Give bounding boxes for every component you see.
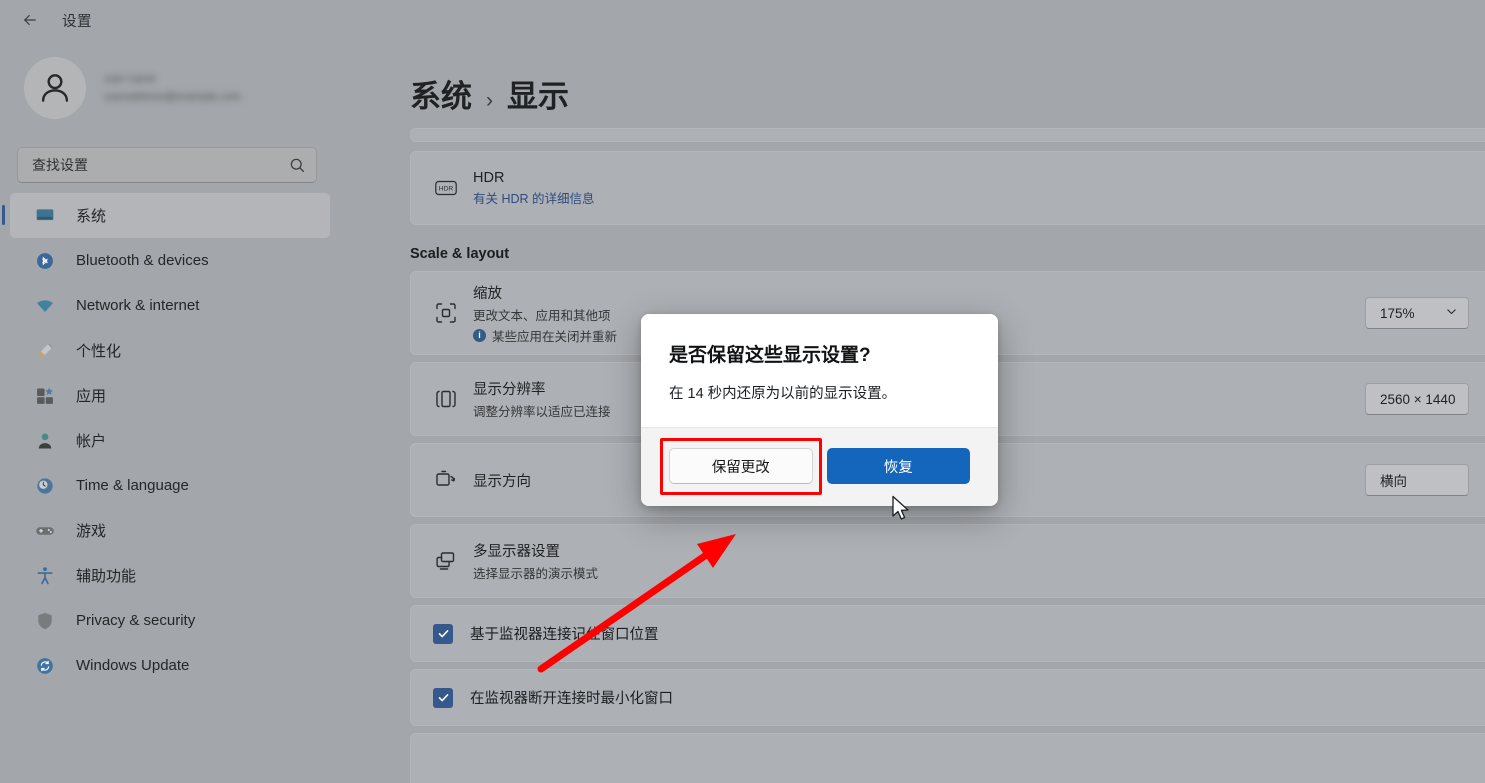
search-input[interactable] [32,157,288,173]
hdr-learn-more-link[interactable]: 有关 HDR 的详细信息 [473,188,1469,207]
checkbox-checked-icon[interactable] [433,623,453,644]
search-icon [288,156,306,174]
sidebar-item-label: Time & language [76,477,189,494]
settings-window: 设置 user name useraddress@example.com 查找设… [0,0,1485,783]
person-icon [34,430,56,452]
avatar [24,57,86,119]
breadcrumb: 系统 › 显示 [340,40,1485,116]
checkbox-row-minimize-on-disconnect[interactable]: 在监视器断开连接时最小化窗口 [410,669,1485,726]
scale-title: 缩放 [473,285,502,302]
checkbox-label: 基于监视器连接记住窗口位置 [470,627,659,643]
sidebar-item-label: 游戏 [76,523,107,540]
hdr-title: HDR [473,169,505,186]
partial-row-above[interactable] [410,128,1485,142]
resolution-icon [433,386,473,412]
sidebar-item-label: Network & internet [76,297,200,314]
sidebar-item-personalization[interactable]: 个性化 [10,328,330,373]
sidebar-item-bluetooth-devices[interactable]: Bluetooth & devices [10,238,330,283]
sidebar-item-label: Bluetooth & devices [76,252,209,269]
info-icon: i [473,328,486,342]
sidebar-item-label: 应用 [76,388,107,405]
keep-changes-button[interactable]: 保留更改 [669,448,813,484]
multi-display-subtitle: 选择显示器的演示模式 [473,567,599,581]
resolution-dropdown[interactable]: 2560 × 1440 [1365,383,1469,415]
account-card[interactable]: user name useraddress@example.com [0,40,340,124]
wifi-icon [34,295,56,317]
sidebar-item-label: 系统 [76,208,107,225]
sidebar: user name useraddress@example.com 系统 [0,40,340,783]
orientation-value: 横向 [1380,474,1407,489]
revert-button[interactable]: 恢复 [826,448,970,484]
orientation-dropdown[interactable]: 横向 [1365,464,1469,496]
keep-changes-highlight: 保留更改 [660,438,821,495]
sidebar-item-time-language[interactable]: Time & language [10,463,330,508]
search-box[interactable] [17,147,317,183]
multi-display-icon [433,548,473,574]
chevron-right-icon: › [486,89,493,112]
account-email: useraddress@example.com [104,90,242,103]
sidebar-item-gaming[interactable]: 游戏 [10,508,330,553]
hdr-badge-icon: HDR [433,175,473,201]
update-icon [34,655,56,677]
paintbrush-icon [34,340,56,362]
resolution-value: 2560 × 1440 [1380,391,1456,407]
shield-icon [34,610,56,632]
breadcrumb-root[interactable]: 系统 [410,71,472,116]
scale-icon [433,300,473,326]
hdr-row[interactable]: HDR HDR 有关 HDR 的详细信息 [410,151,1485,225]
sidebar-item-network-internet[interactable]: Network & internet [10,283,330,328]
dialog-body: 是否保留这些显示设置? 在 14 秒内还原为以前的显示设置。 [641,314,998,427]
sidebar-item-windows-update[interactable]: Windows Update [10,643,330,688]
sidebar-item-system[interactable]: 系统 [2,193,330,238]
multi-display-row[interactable]: 多显示器设置 选择显示器的演示模式 [410,524,1485,598]
page-title: 显示 [507,79,569,114]
sidebar-item-accounts[interactable]: 帐户 [10,418,330,463]
gamepad-icon [34,520,56,542]
checkbox-row-remember-positions[interactable]: 基于监视器连接记住窗口位置 [410,605,1485,662]
sidebar-item-label: Windows Update [76,657,190,674]
title-bar: 设置 [0,0,1485,40]
app-title: 设置 [62,13,92,30]
sidebar-item-label: 个性化 [76,343,122,360]
account-name: user name [104,72,156,85]
orientation-icon [433,467,473,493]
monitor-icon [34,205,56,227]
keep-display-settings-dialog: 是否保留这些显示设置? 在 14 秒内还原为以前的显示设置。 保留更改 恢复 [641,314,998,506]
sidebar-item-label: 辅助功能 [76,568,137,585]
section-scale-layout: Scale & layout [410,246,510,262]
partial-row-below[interactable] [410,733,1485,783]
sidebar-item-accessibility[interactable]: 辅助功能 [10,553,330,598]
scale-value: 175% [1380,305,1415,321]
sidebar-item-apps[interactable]: 应用 [10,373,330,418]
scale-note-text: 某些应用在关闭并重新 [492,329,618,344]
multi-display-title: 多显示器设置 [473,544,560,560]
bluetooth-icon [34,250,56,272]
checkbox-label: 在监视器断开连接时最小化窗口 [470,691,673,707]
back-arrow-icon[interactable] [16,6,44,34]
revert-wrap: 恢复 [826,448,970,484]
scale-dropdown[interactable]: 175% [1365,297,1469,329]
chevron-down-icon [1445,305,1458,321]
apps-icon [34,385,56,407]
sidebar-item-label: Privacy & security [76,612,196,629]
dialog-title: 是否保留这些显示设置? [669,345,871,366]
clock-icon [34,475,56,497]
checkbox-checked-icon[interactable] [433,687,453,708]
sidebar-item-privacy-security[interactable]: Privacy & security [10,598,330,643]
sidebar-item-label: 帐户 [76,433,107,450]
dialog-message: 在 14 秒内还原为以前的显示设置。 [669,386,897,402]
accessibility-icon [34,565,56,587]
sidebar-nav: 系统 Bluetooth & devices Network & interne… [0,193,340,688]
dialog-footer: 保留更改 恢复 [641,427,998,506]
svg-text:HDR: HDR [439,185,454,192]
